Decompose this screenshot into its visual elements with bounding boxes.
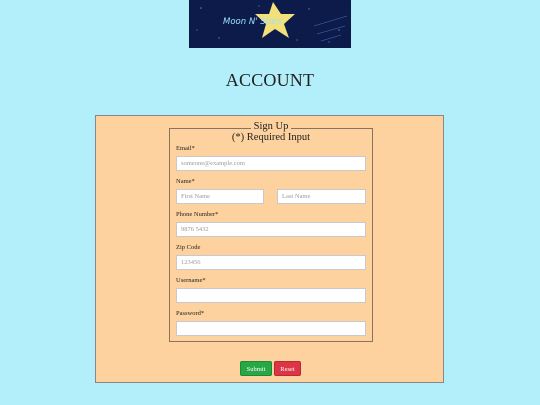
first-name-field[interactable]: First Name bbox=[176, 189, 264, 204]
phone-label: Phone Number* bbox=[176, 211, 219, 218]
password-field[interactable] bbox=[176, 321, 366, 336]
last-name-field[interactable]: Last Name bbox=[277, 189, 366, 204]
zip-field[interactable]: 123456 bbox=[176, 255, 366, 270]
legend-required-note: (*) Required Input bbox=[228, 132, 314, 143]
submit-button[interactable]: Submit bbox=[240, 361, 272, 376]
zip-label: Zip Code bbox=[176, 244, 201, 251]
phone-field[interactable]: 9876 5432 bbox=[176, 222, 366, 237]
email-label: Email* bbox=[176, 145, 195, 152]
page-title: ACCOUNT bbox=[225, 70, 315, 90]
fieldset-legend: Sign Up (*) Required Input bbox=[170, 121, 372, 143]
username-field[interactable] bbox=[176, 288, 366, 303]
name-label: Name* bbox=[176, 178, 195, 185]
username-label: Username* bbox=[176, 277, 206, 284]
legend-title: Sign Up bbox=[250, 121, 292, 132]
site-logo[interactable]: Moon N' Stars bbox=[189, 0, 351, 48]
moon-stars-logo-graphic: Moon N' Stars bbox=[189, 0, 351, 48]
email-field[interactable]: someone@example.com bbox=[176, 156, 366, 171]
reset-button[interactable]: Reset bbox=[274, 361, 301, 376]
signup-form-panel: Sign Up (*) Required Input Email* someon… bbox=[95, 115, 444, 383]
logo-text: Moon N' Stars bbox=[223, 17, 283, 27]
password-label: Password* bbox=[176, 310, 205, 317]
